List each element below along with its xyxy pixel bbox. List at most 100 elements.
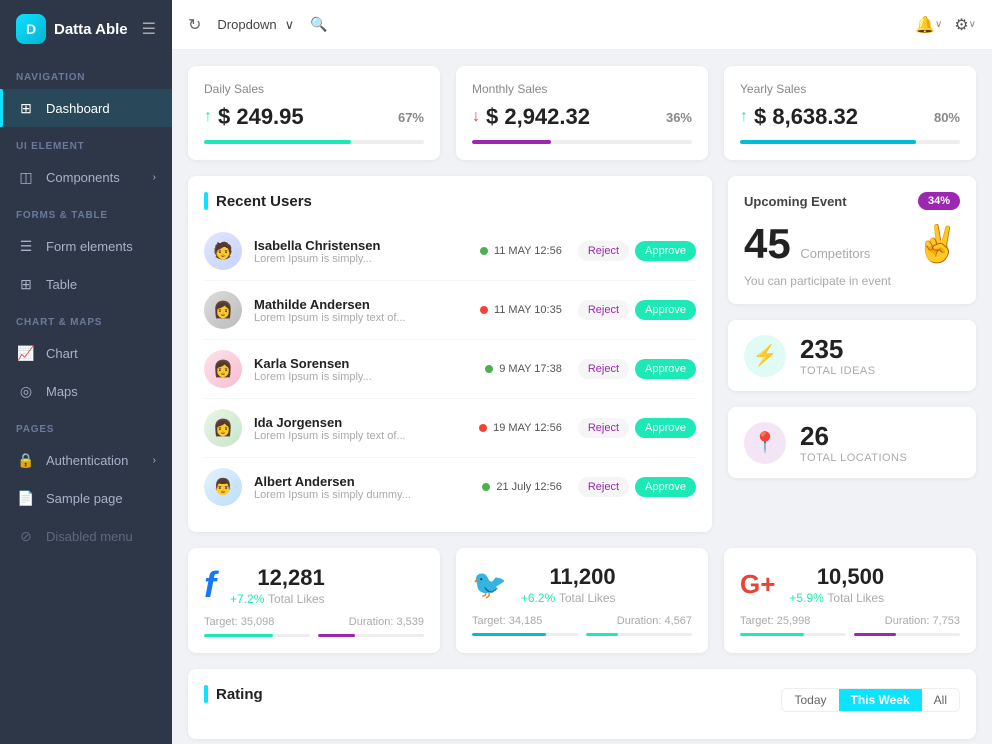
chevron-right-icon: ›: [153, 172, 156, 183]
sidebar-item-dashboard[interactable]: ⊞ Dashboard: [0, 89, 172, 127]
bell-button[interactable]: 🔔 ∨: [915, 15, 942, 35]
monthly-sales-value-row: ↓ $ 2,942.32 36%: [472, 104, 692, 130]
daily-sales-value-row: ↑ $ 249.95 67%: [204, 104, 424, 130]
sidebar-item-label: Disabled menu: [46, 529, 133, 544]
stats-row: Daily Sales ↑ $ 249.95 67% Monthly Sales…: [188, 66, 976, 160]
user-row: 🧑 Isabella Christensen Lorem Ipsum is si…: [204, 222, 696, 281]
page-icon: 📄: [16, 488, 36, 508]
sidebar-item-label: Authentication: [46, 453, 128, 468]
social-top: 🐦 11,200 +6.2% Total Likes: [472, 564, 692, 605]
header: ↻ Dropdown ∨ 🔍 🔔 ∨ ⚙ ∨: [172, 0, 992, 50]
arrow-down-icon: ↓: [472, 108, 480, 126]
sidebar-item-components[interactable]: ◫ Components ›: [0, 158, 172, 196]
user-name: Ida Jorgensen: [254, 415, 452, 430]
user-desc: Lorem Ipsum is simply dummy...: [254, 489, 452, 501]
dropdown-label: Dropdown: [217, 17, 276, 32]
locations-stats: 26 TOTAL LOCATIONS: [800, 421, 907, 464]
rating-tabs: Today This Week All: [781, 688, 960, 712]
tw-likes-num: 11,200: [521, 564, 616, 590]
upcoming-stats: 45 Competitors: [744, 220, 870, 268]
daily-sales-progress: [204, 140, 424, 144]
reject-button[interactable]: Reject: [578, 241, 629, 261]
ui-section-label: UI ELEMENT: [0, 127, 172, 158]
tab-this-week[interactable]: This Week: [839, 689, 922, 711]
gp-bars: [740, 633, 960, 636]
user-name: Karla Sorensen: [254, 356, 452, 371]
rating-row: Rating Today This Week All: [188, 669, 976, 739]
reject-button[interactable]: Reject: [578, 418, 629, 438]
sidebar-item-table[interactable]: ⊞ Table: [0, 265, 172, 303]
nav-section-label: NAVIGATION: [0, 58, 172, 89]
maps-icon: ◎: [16, 381, 36, 401]
tw-target: Target: 34,185: [472, 615, 542, 627]
ideas-number: 235: [800, 334, 876, 365]
tab-all[interactable]: All: [922, 689, 959, 711]
approve-button[interactable]: Approve: [635, 477, 696, 497]
rating-card: Rating Today This Week All: [188, 669, 976, 739]
reject-button[interactable]: Reject: [578, 359, 629, 379]
rating-header: Rating Today This Week All: [204, 685, 960, 715]
yearly-sales-percent: 80%: [934, 110, 960, 125]
gp-target: Target: 25,998: [740, 615, 810, 627]
approve-button[interactable]: Approve: [635, 418, 696, 438]
monthly-sales-card: Monthly Sales ↓ $ 2,942.32 36%: [456, 66, 708, 160]
gear-caret-icon: ∨: [969, 19, 976, 30]
gear-icon: ⚙: [954, 15, 968, 35]
arrow-up-icon: ↑: [204, 108, 212, 126]
avatar: 👩: [204, 409, 242, 447]
hamburger-icon[interactable]: ☰: [142, 19, 156, 39]
sidebar-item-label: Maps: [46, 384, 78, 399]
status-dot: [479, 424, 487, 432]
chevron-right-icon: ›: [153, 455, 156, 466]
forms-section-label: FORMS & TABLE: [0, 196, 172, 227]
total-locations-card: 📍 26 TOTAL LOCATIONS: [728, 407, 976, 478]
yearly-sales-value-row: ↑ $ 8,638.32 80%: [740, 104, 960, 130]
rating-title: Rating: [204, 685, 263, 703]
user-date: 11 MAY 10:35: [452, 304, 562, 316]
two-col-section: Recent Users 🧑 Isabella Christensen Lore…: [188, 176, 976, 532]
daily-sales-card: Daily Sales ↑ $ 249.95 67%: [188, 66, 440, 160]
user-desc: Lorem Ipsum is simply text of...: [254, 430, 452, 442]
tab-today[interactable]: Today: [782, 689, 838, 711]
sidebar-item-label: Form elements: [46, 239, 133, 254]
reject-button[interactable]: Reject: [578, 477, 629, 497]
approve-button[interactable]: Approve: [635, 241, 696, 261]
user-info: Albert Andersen Lorem Ipsum is simply du…: [254, 474, 452, 501]
tw-growth: +6.2% Total Likes: [521, 590, 616, 605]
sidebar-item-label: Sample page: [46, 491, 123, 506]
user-actions: Reject Approve: [578, 477, 696, 497]
user-info: Isabella Christensen Lorem Ipsum is simp…: [254, 238, 452, 265]
search-icon[interactable]: 🔍: [310, 16, 327, 33]
dropdown-chevron-icon: ∨: [285, 17, 295, 33]
sidebar-item-maps[interactable]: ◎ Maps: [0, 372, 172, 410]
components-icon: ◫: [16, 167, 36, 187]
avatar: 👩: [204, 350, 242, 388]
recent-users-title: Recent Users: [204, 192, 696, 210]
upcoming-label: Competitors: [800, 246, 870, 261]
approve-button[interactable]: Approve: [635, 300, 696, 320]
sidebar-item-authentication[interactable]: 🔒 Authentication ›: [0, 441, 172, 479]
user-actions: Reject Approve: [578, 300, 696, 320]
facebook-card: f 12,281 +7.2% Total Likes Target: 35,09…: [188, 548, 440, 653]
avatar: 🧑: [204, 232, 242, 270]
user-actions: Reject Approve: [578, 418, 696, 438]
user-date: 19 MAY 12:56: [452, 422, 562, 434]
settings-button[interactable]: ⚙ ∨: [954, 15, 976, 35]
sidebar-item-form-elements[interactable]: ☰ Form elements: [0, 227, 172, 265]
social-row: f 12,281 +7.2% Total Likes Target: 35,09…: [188, 548, 976, 653]
sidebar-item-disabled-menu: ⊘ Disabled menu: [0, 517, 172, 555]
reject-button[interactable]: Reject: [578, 300, 629, 320]
approve-button[interactable]: Approve: [635, 359, 696, 379]
bell-caret-icon: ∨: [935, 19, 942, 30]
sidebar-item-sample-page[interactable]: 📄 Sample page: [0, 479, 172, 517]
sidebar-item-chart[interactable]: 📈 Chart: [0, 334, 172, 372]
dropdown-button[interactable]: Dropdown ∨: [213, 17, 298, 33]
user-date: 21 July 12:56: [452, 481, 562, 493]
sidebar-item-label: Dashboard: [46, 101, 110, 116]
refresh-icon[interactable]: ↻: [188, 15, 201, 35]
tw-bar-1: [472, 633, 578, 636]
status-dot: [480, 247, 488, 255]
recent-users-card: Recent Users 🧑 Isabella Christensen Lore…: [188, 176, 712, 532]
upcoming-badge: 34%: [918, 192, 960, 210]
main-content: Daily Sales ↑ $ 249.95 67% Monthly Sales…: [172, 50, 992, 744]
